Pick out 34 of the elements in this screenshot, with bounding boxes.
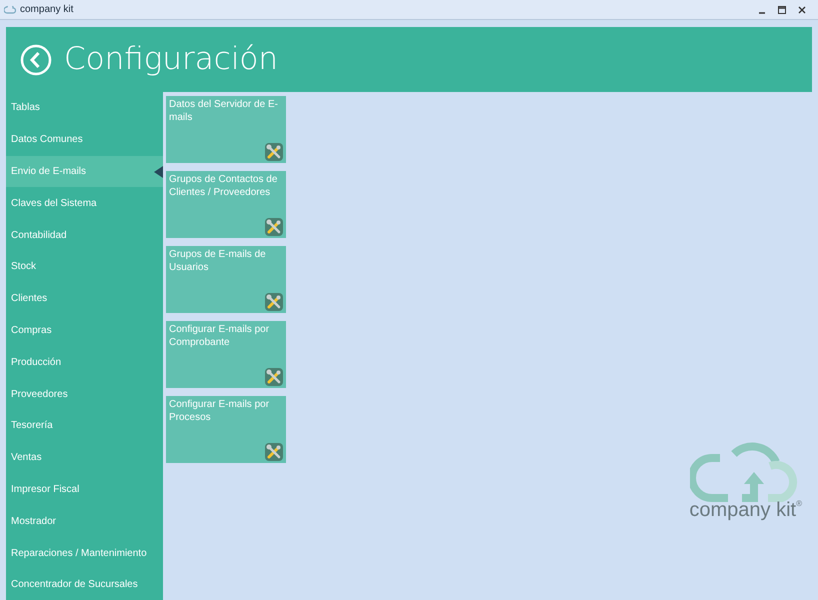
tools-icon: [265, 143, 283, 161]
page-title: Configuración: [64, 40, 278, 80]
logo-text: company kit: [689, 500, 796, 520]
settings-tile[interactable]: Datos del Servidor de E-mails: [166, 96, 286, 163]
sidebar-item[interactable]: Mostrador: [6, 505, 163, 538]
sidebar-item[interactable]: Concentrador de Sucursales: [6, 568, 163, 600]
tools-icon: [265, 443, 283, 461]
sidebar-item[interactable]: Clientes: [6, 282, 163, 315]
close-icon[interactable]: [798, 6, 806, 14]
cloud-icon: [4, 6, 16, 14]
sidebar-item[interactable]: Impresor Fiscal: [6, 474, 163, 506]
tools-icon: [265, 293, 283, 311]
sidebar-item[interactable]: Proveedores: [6, 378, 163, 410]
sidebar-item[interactable]: Ventas: [6, 442, 163, 474]
sidebar-item[interactable]: Compras: [6, 314, 163, 346]
tools-icon: [265, 368, 283, 386]
window-title: company kit: [20, 3, 74, 17]
back-icon[interactable]: [20, 44, 52, 76]
sidebar-item[interactable]: Claves del Sistema: [6, 187, 163, 220]
settings-tile[interactable]: Configurar E-mails por Procesos: [166, 396, 286, 463]
sidebar-item[interactable]: Tablas: [6, 92, 163, 124]
registered-mark: ®: [796, 500, 802, 508]
tools-icon: [265, 218, 283, 236]
settings-tile[interactable]: Grupos de E-mails de Usuarios: [166, 246, 286, 313]
sidebar-item[interactable]: Envio de E-mails: [6, 156, 163, 188]
settings-tile[interactable]: Configurar E-mails por Comprobante: [166, 321, 286, 388]
sidebar-item[interactable]: Contabilidad: [6, 219, 163, 251]
sidebar-item[interactable]: Reparaciones / Mantenimiento: [6, 537, 163, 569]
sidebar-item[interactable]: Stock: [6, 250, 163, 283]
sidebar-item[interactable]: Producción: [6, 346, 163, 378]
settings-tile[interactable]: Grupos de Contactos de Clientes / Proveedores: [166, 171, 286, 238]
sidebar-item[interactable]: Datos Comunes: [6, 124, 163, 156]
maximize-icon[interactable]: [778, 6, 786, 14]
sidebar-item[interactable]: Tesorería: [6, 410, 163, 442]
